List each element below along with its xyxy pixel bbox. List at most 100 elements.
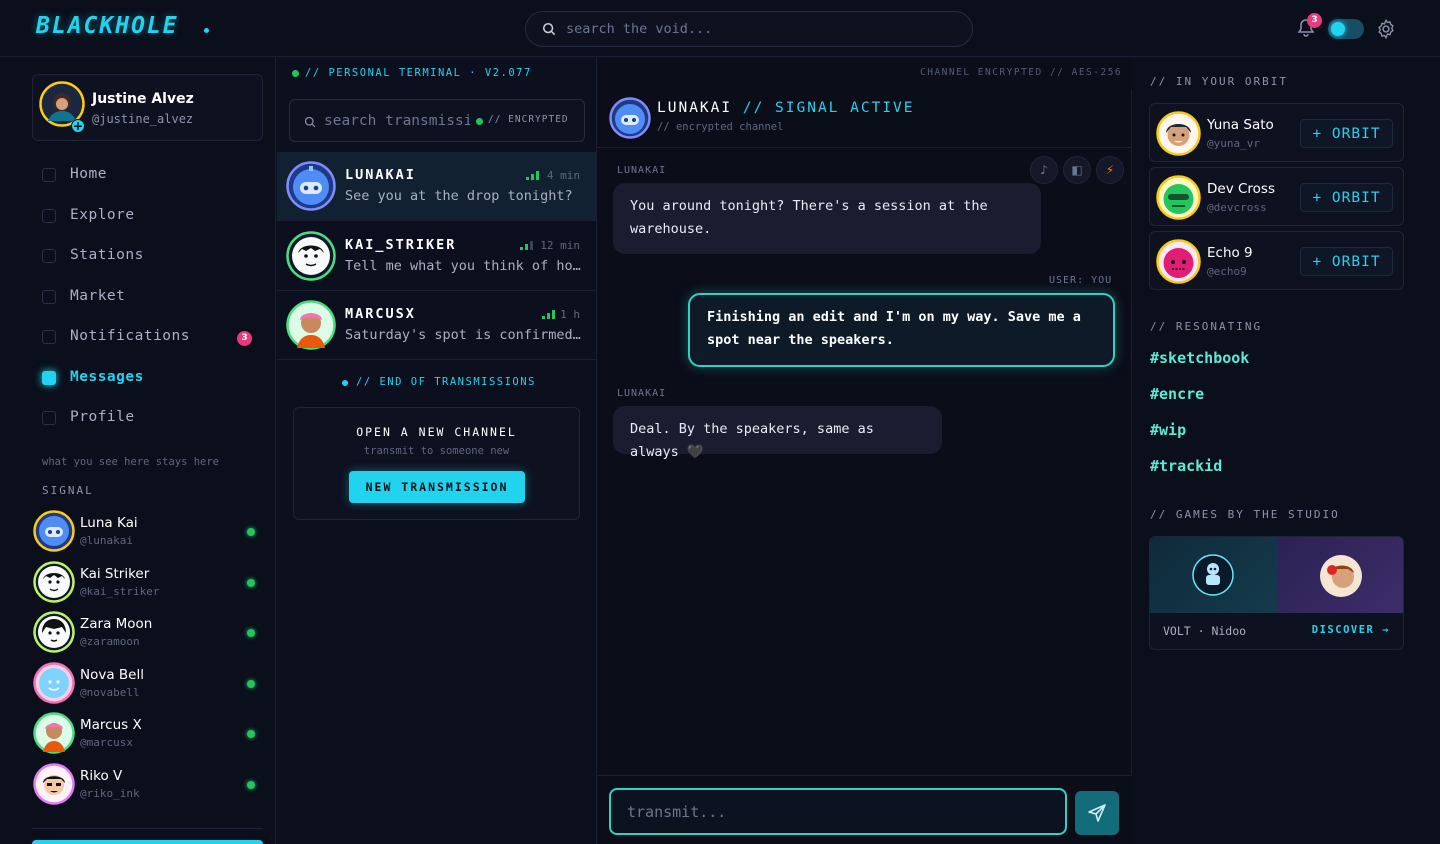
orbit-card-yuna-sato[interactable]: Yuna Sato @yuna_vr + ORBIT <box>1149 103 1404 162</box>
online-status-dot <box>247 679 255 688</box>
signal-user-nova-bell[interactable]: Nova Bell @novabell <box>33 659 265 710</box>
chat-subtitle: // encrypted channel <box>657 121 784 133</box>
nav-item-notifications[interactable]: Notifications 3 <box>40 317 264 358</box>
hashtag-link[interactable]: #sketchbook <box>1150 349 1249 367</box>
add-orbit-button[interactable]: + ORBIT <box>1300 183 1393 212</box>
signal-strength-icon <box>520 241 533 250</box>
signal-handle: @lunakai <box>80 534 133 547</box>
avatar <box>286 300 336 350</box>
global-search-input[interactable] <box>566 18 956 40</box>
profile-card[interactable]: + Justine Alvez @justine_alvez <box>32 74 263 141</box>
thread-item-kai-striker[interactable]: KAI_STRIKER Tell me what you think of ho… <box>277 222 596 291</box>
studio-games-card[interactable]: VOLT · Nidoo DISCOVER → <box>1149 536 1404 650</box>
new-channel-card: OPEN A NEW CHANNEL transmit to someone n… <box>293 407 580 520</box>
send-button[interactable] <box>1075 791 1119 835</box>
nav-indicator <box>42 289 56 304</box>
hashtag-link[interactable]: #trackid <box>1150 457 1222 475</box>
thread-search-input[interactable] <box>324 110 470 132</box>
sidebar-bottom-button[interactable] <box>32 840 263 844</box>
signal-name: Riko V <box>80 767 123 784</box>
thread-preview: See you at the drop tonight? <box>345 188 573 204</box>
search-icon <box>542 22 556 36</box>
signal-handle: @marcusx <box>80 736 133 749</box>
avatar <box>33 712 75 754</box>
discover-link[interactable]: DISCOVER → <box>1312 624 1390 636</box>
online-status-dot <box>247 629 255 637</box>
signal-handle: @novabell <box>80 685 140 699</box>
thread-item-lunakai[interactable]: LUNAKAI See you at the drop tonight? 4 m… <box>277 152 596 221</box>
signal-user-zara-moon[interactable]: Zara Moon @zaramoon <box>33 608 265 659</box>
online-status-dot <box>247 578 255 587</box>
message-input[interactable] <box>609 788 1067 835</box>
end-of-transmissions-label: // END OF TRANSMISSIONS <box>356 376 536 388</box>
avatar <box>286 161 336 211</box>
terminal-status-dot <box>292 70 299 77</box>
thread-name: MARCUSX <box>345 306 416 322</box>
nav-item-market[interactable]: Market <box>40 277 264 318</box>
orbit-handle: @echo9 <box>1207 265 1247 278</box>
chat-contact-name: LUNAKAI <box>657 100 733 116</box>
thread-search[interactable]: // ENCRYPTED <box>289 99 585 142</box>
channel-encryption-label: CHANNEL ENCRYPTED // AES-256 <box>920 67 1123 78</box>
encrypted-label: // ENCRYPTED <box>488 114 569 125</box>
terminal-version-label: // PERSONAL TERMINAL · V2.077 <box>305 67 532 79</box>
new-transmission-button[interactable]: NEW TRANSMISSION <box>349 471 525 503</box>
end-marker-dot <box>342 380 348 386</box>
top-bar: BLACKHOLE 3 <box>0 0 1440 57</box>
lightning-icon[interactable]: ⚡ <box>1096 156 1124 184</box>
signal-user-kai-striker[interactable]: Kai Striker @kai_striker <box>33 558 265 609</box>
nav-indicator <box>42 411 56 425</box>
hashtag-link[interactable]: #encre <box>1150 385 1204 403</box>
nav-item-messages[interactable]: Messages <box>40 358 264 399</box>
thread-name: LUNAKAI <box>345 167 416 183</box>
nav-indicator <box>42 370 56 385</box>
thread-item-marcusx[interactable]: MARCUSX Saturday's spot is confirmed, ..… <box>277 291 596 360</box>
thread-preview: Saturday's spot is confirmed, ... <box>345 327 581 343</box>
signal-user-riko-v[interactable]: Riko V @riko_ink <box>33 760 265 811</box>
nav-item-stations[interactable]: Stations <box>40 236 264 277</box>
online-status-dot <box>247 780 255 789</box>
send-icon <box>1088 804 1106 822</box>
signal-user-marcus-x[interactable]: Marcus X @marcusx <box>33 709 265 760</box>
avatar <box>1156 175 1201 220</box>
profile-name: Justine Alvez <box>92 91 194 107</box>
add-orbit-button[interactable]: + ORBIT <box>1300 247 1393 276</box>
signal-user-luna-kai[interactable]: Luna Kai @lunakai <box>33 507 265 558</box>
thread-time: 12 min <box>540 239 580 252</box>
global-search[interactable] <box>525 11 973 47</box>
avatar <box>286 231 336 281</box>
orbit-card-echo-9[interactable]: Echo 9 @echo9 + ORBIT <box>1149 231 1404 290</box>
orbit-handle: @devcross <box>1207 201 1267 214</box>
signal-handle: @zaramoon <box>80 635 140 648</box>
nav-indicator <box>42 249 56 263</box>
panel-icon[interactable]: ◧ <box>1063 156 1091 184</box>
signal-heading: SIGNAL <box>42 484 94 497</box>
new-channel-title: OPEN A NEW CHANNEL <box>356 425 517 439</box>
nav-item-profile[interactable]: Profile <box>40 398 264 439</box>
nav-label: Profile <box>70 409 135 425</box>
orbit-name: Dev Cross <box>1207 181 1275 197</box>
nav-indicator <box>42 168 56 182</box>
add-story-icon[interactable]: + <box>71 119 85 133</box>
message-bubble-incoming: Deal. By the speakers, same as always 🖤 <box>613 406 942 460</box>
gear-icon[interactable] <box>1375 18 1397 40</box>
music-note-icon[interactable]: ♪ <box>1030 156 1058 184</box>
signal-name: Kai Striker <box>80 565 150 582</box>
app-logo[interactable]: BLACKHOLE <box>36 13 179 39</box>
hashtag-link[interactable]: #wip <box>1150 421 1186 439</box>
orbit-handle: @yuna_vr <box>1207 137 1260 150</box>
avatar[interactable] <box>609 97 651 139</box>
signal-list: Luna Kai @lunakai Kai Striker @kai_strik… <box>33 507 265 810</box>
add-orbit-button[interactable]: + ORBIT <box>1300 119 1393 148</box>
nav-label: Explore <box>70 206 135 223</box>
nav-item-explore[interactable]: Explore <box>40 196 264 237</box>
resonating-heading: // RESONATING <box>1150 320 1263 333</box>
nav-label: Home <box>70 166 107 182</box>
logo-dot <box>204 28 209 33</box>
notification-badge: 3 <box>1307 13 1322 28</box>
theme-toggle[interactable] <box>1328 19 1364 39</box>
online-status-dot <box>247 528 255 536</box>
avatar <box>33 661 75 704</box>
nav-item-home[interactable]: Home <box>40 155 264 196</box>
orbit-card-dev-cross[interactable]: Dev Cross @devcross + ORBIT <box>1149 167 1404 226</box>
